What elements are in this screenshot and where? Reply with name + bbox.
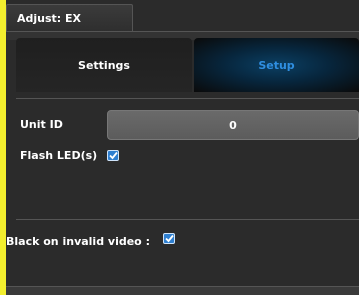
black-on-invalid-video-label: Black on invalid video : [6,235,150,248]
unit-id-field[interactable]: 0 [107,110,359,140]
checkmark-icon [109,151,118,160]
window-title: Adjust: EX [17,12,82,25]
unit-id-value: 0 [229,118,237,132]
window-title-tab[interactable]: Adjust: EX [6,4,133,32]
black-on-invalid-video-checkbox[interactable] [163,233,175,244]
tab-settings-label: Settings [78,58,130,72]
flash-leds-label: Flash LED(s) [20,149,98,162]
tab-setup[interactable]: Setup [194,38,359,92]
checkmark-icon [165,234,174,243]
tab-setup-label: Setup [258,58,295,72]
unit-id-label: Unit ID [20,118,63,131]
divider [16,219,359,220]
flash-leds-checkbox[interactable] [107,150,119,161]
tab-settings[interactable]: Settings [16,38,192,92]
adjust-window: Adjust: EX Settings Setup Unit ID 0 Flas… [6,0,359,295]
divider [16,98,359,99]
